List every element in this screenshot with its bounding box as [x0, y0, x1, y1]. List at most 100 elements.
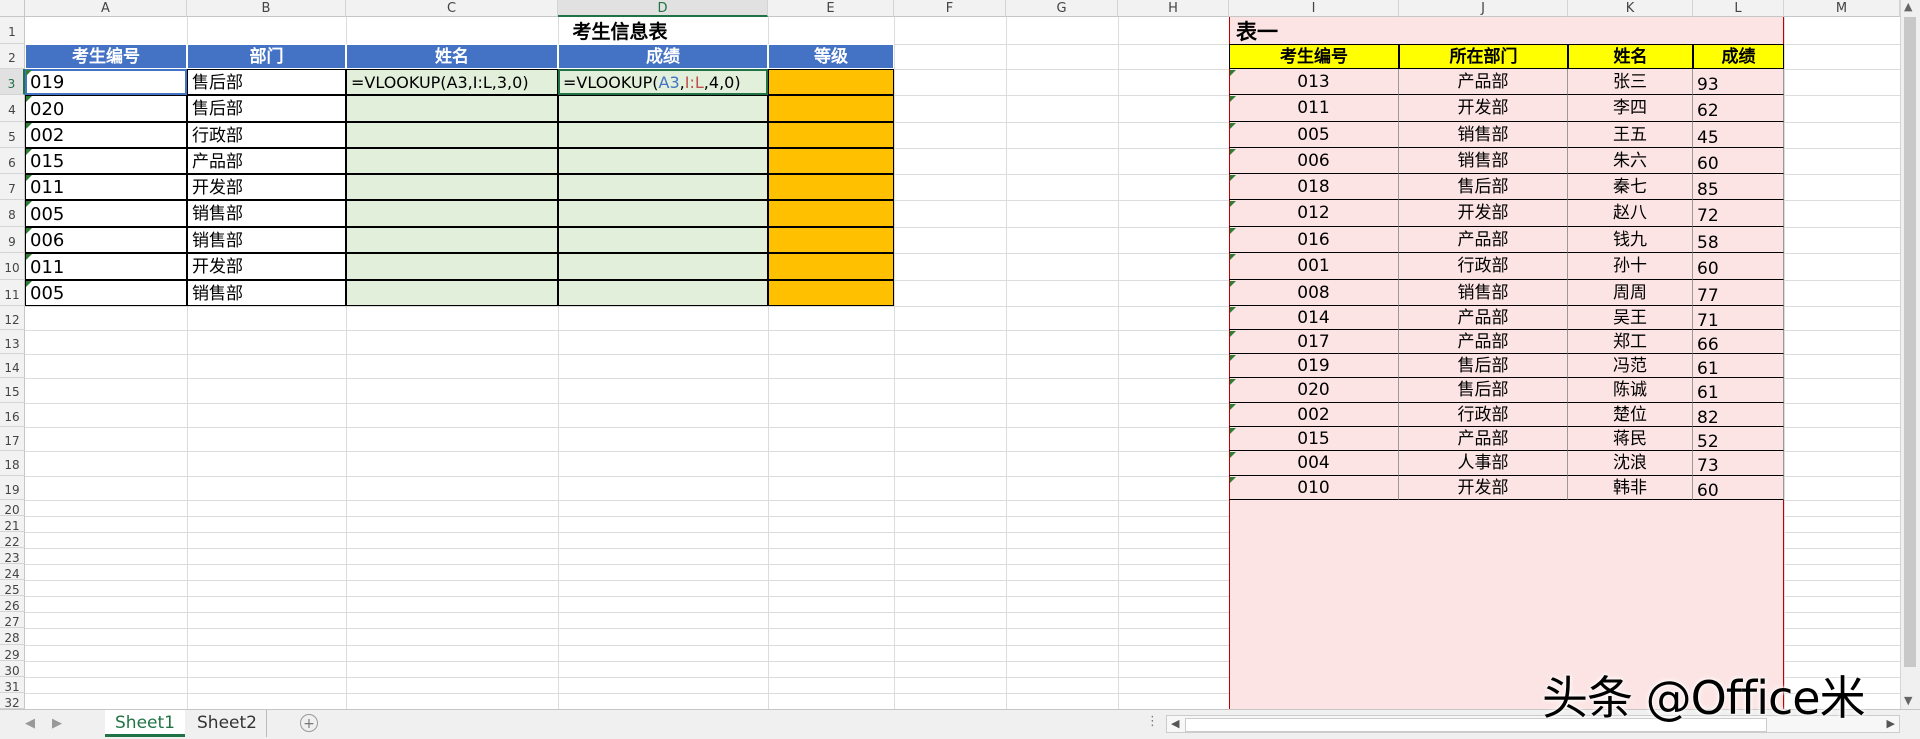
right-name-cell[interactable]: 吴王: [1568, 306, 1693, 330]
right-dept-cell[interactable]: 产品部: [1399, 306, 1568, 330]
left-grade-cell[interactable]: [768, 280, 894, 306]
right-dept-cell[interactable]: 售后部: [1399, 174, 1568, 200]
left-score-cell[interactable]: [558, 148, 768, 174]
vertical-scrollbar[interactable]: ▲ ▼: [1900, 0, 1920, 709]
row-header-28[interactable]: 28: [0, 628, 25, 645]
right-score-cell[interactable]: 71: [1693, 306, 1784, 331]
right-id-cell[interactable]: 010: [1229, 476, 1399, 500]
scroll-down-arrow[interactable]: ▼: [1904, 694, 1912, 707]
right-score-cell[interactable]: 72: [1693, 200, 1784, 227]
left-name-cell[interactable]: [346, 227, 558, 253]
column-header-j[interactable]: J: [1399, 0, 1568, 17]
row-header-25[interactable]: 25: [0, 580, 25, 597]
right-score-cell[interactable]: 60: [1693, 253, 1784, 280]
left-dept-cell[interactable]: 售后部: [187, 69, 346, 95]
row-header-27[interactable]: 27: [0, 612, 25, 629]
right-name-cell[interactable]: 陈诚: [1568, 378, 1693, 403]
right-dept-cell[interactable]: 产品部: [1399, 427, 1568, 451]
left-name-cell[interactable]: [346, 148, 558, 174]
column-header-l[interactable]: L: [1693, 0, 1784, 17]
formula-cell-c3[interactable]: =VLOOKUP(A3,I:L,3,0): [346, 69, 558, 95]
row-header-26[interactable]: 26: [0, 596, 25, 613]
right-dept-cell[interactable]: 开发部: [1399, 200, 1568, 227]
right-name-cell[interactable]: 沈浪: [1568, 451, 1693, 476]
left-grade-cell[interactable]: [768, 174, 894, 200]
right-score-cell[interactable]: 82: [1693, 403, 1784, 428]
tab-prev-icon[interactable]: ◀: [25, 716, 35, 731]
row-header-19[interactable]: 19: [0, 476, 25, 500]
right-id-cell[interactable]: 019: [1229, 354, 1399, 378]
row-header-22[interactable]: 22: [0, 532, 25, 549]
right-name-cell[interactable]: 钱九: [1568, 227, 1693, 253]
column-header-d[interactable]: D: [558, 0, 768, 17]
left-score-cell[interactable]: [558, 227, 768, 253]
right-dept-cell[interactable]: 开发部: [1399, 95, 1568, 122]
column-header-e[interactable]: E: [768, 0, 894, 17]
left-score-cell[interactable]: [558, 95, 768, 122]
left-name-cell[interactable]: [346, 95, 558, 122]
left-header-1[interactable]: 部门: [187, 44, 346, 69]
row-header-6[interactable]: 6: [0, 148, 25, 174]
row-header-24[interactable]: 24: [0, 564, 25, 581]
right-id-cell[interactable]: 017: [1229, 330, 1399, 354]
right-dept-cell[interactable]: 销售部: [1399, 148, 1568, 174]
left-table-title[interactable]: 考生信息表: [346, 20, 894, 44]
left-grade-cell[interactable]: [768, 69, 894, 95]
right-score-cell[interactable]: 61: [1693, 378, 1784, 403]
column-header-b[interactable]: B: [187, 0, 346, 17]
column-header-m[interactable]: M: [1784, 0, 1900, 17]
right-id-cell[interactable]: 012: [1229, 200, 1399, 227]
right-dept-cell[interactable]: 销售部: [1399, 280, 1568, 306]
row-header-15[interactable]: 15: [0, 378, 25, 403]
right-id-cell[interactable]: 015: [1229, 427, 1399, 451]
right-dept-cell[interactable]: 产品部: [1399, 330, 1568, 354]
right-score-cell[interactable]: 77: [1693, 280, 1784, 306]
left-header-4[interactable]: 等级: [768, 44, 894, 69]
right-id-cell[interactable]: 016: [1229, 227, 1399, 253]
left-score-cell[interactable]: [558, 280, 768, 306]
scroll-thumb[interactable]: [1904, 17, 1916, 667]
select-all-corner[interactable]: [0, 0, 25, 17]
left-grade-cell[interactable]: [768, 148, 894, 174]
left-grade-cell[interactable]: [768, 227, 894, 253]
tab-sheet1[interactable]: Sheet1: [105, 710, 185, 737]
right-dept-cell[interactable]: 产品部: [1399, 69, 1568, 95]
scroll-up-arrow[interactable]: ▲: [1904, 0, 1912, 13]
row-header-31[interactable]: 31: [0, 677, 25, 694]
left-header-2[interactable]: 姓名: [346, 44, 558, 69]
right-name-cell[interactable]: 张三: [1568, 69, 1693, 95]
left-dept-cell[interactable]: 开发部: [187, 253, 346, 280]
row-header-23[interactable]: 23: [0, 548, 25, 565]
right-score-cell[interactable]: 61: [1693, 354, 1784, 379]
right-id-cell[interactable]: 006: [1229, 148, 1399, 174]
tab-next-icon[interactable]: ▶: [52, 716, 62, 731]
left-dept-cell[interactable]: 销售部: [187, 280, 346, 306]
left-dept-cell[interactable]: 销售部: [187, 227, 346, 253]
left-name-cell[interactable]: [346, 200, 558, 227]
right-id-cell[interactable]: 013: [1229, 69, 1399, 95]
right-dept-cell[interactable]: 人事部: [1399, 451, 1568, 476]
row-header-18[interactable]: 18: [0, 451, 25, 476]
right-name-cell[interactable]: 朱六: [1568, 148, 1693, 174]
right-id-cell[interactable]: 004: [1229, 451, 1399, 476]
right-id-cell[interactable]: 005: [1229, 122, 1399, 148]
row-header-1[interactable]: 1: [0, 17, 25, 44]
right-id-cell[interactable]: 011: [1229, 95, 1399, 122]
right-dept-cell[interactable]: 销售部: [1399, 122, 1568, 148]
right-name-cell[interactable]: 郑工: [1568, 330, 1693, 354]
right-dept-cell[interactable]: 售后部: [1399, 354, 1568, 378]
more-options-icon[interactable]: ⋮: [1146, 714, 1159, 729]
right-score-cell[interactable]: 58: [1693, 227, 1784, 253]
right-name-cell[interactable]: 冯范: [1568, 354, 1693, 378]
right-score-cell[interactable]: 60: [1693, 148, 1784, 174]
left-grade-cell[interactable]: [768, 200, 894, 227]
left-dept-cell[interactable]: 开发部: [187, 174, 346, 200]
right-name-cell[interactable]: 李四: [1568, 95, 1693, 122]
hscroll-left-arrow[interactable]: ◀: [1171, 717, 1179, 730]
left-dept-cell[interactable]: 产品部: [187, 148, 346, 174]
right-score-cell[interactable]: 85: [1693, 174, 1784, 200]
right-score-cell[interactable]: 45: [1693, 122, 1784, 148]
left-score-cell[interactable]: [558, 253, 768, 280]
right-dept-cell[interactable]: 产品部: [1399, 227, 1568, 253]
right-id-cell[interactable]: 008: [1229, 280, 1399, 306]
